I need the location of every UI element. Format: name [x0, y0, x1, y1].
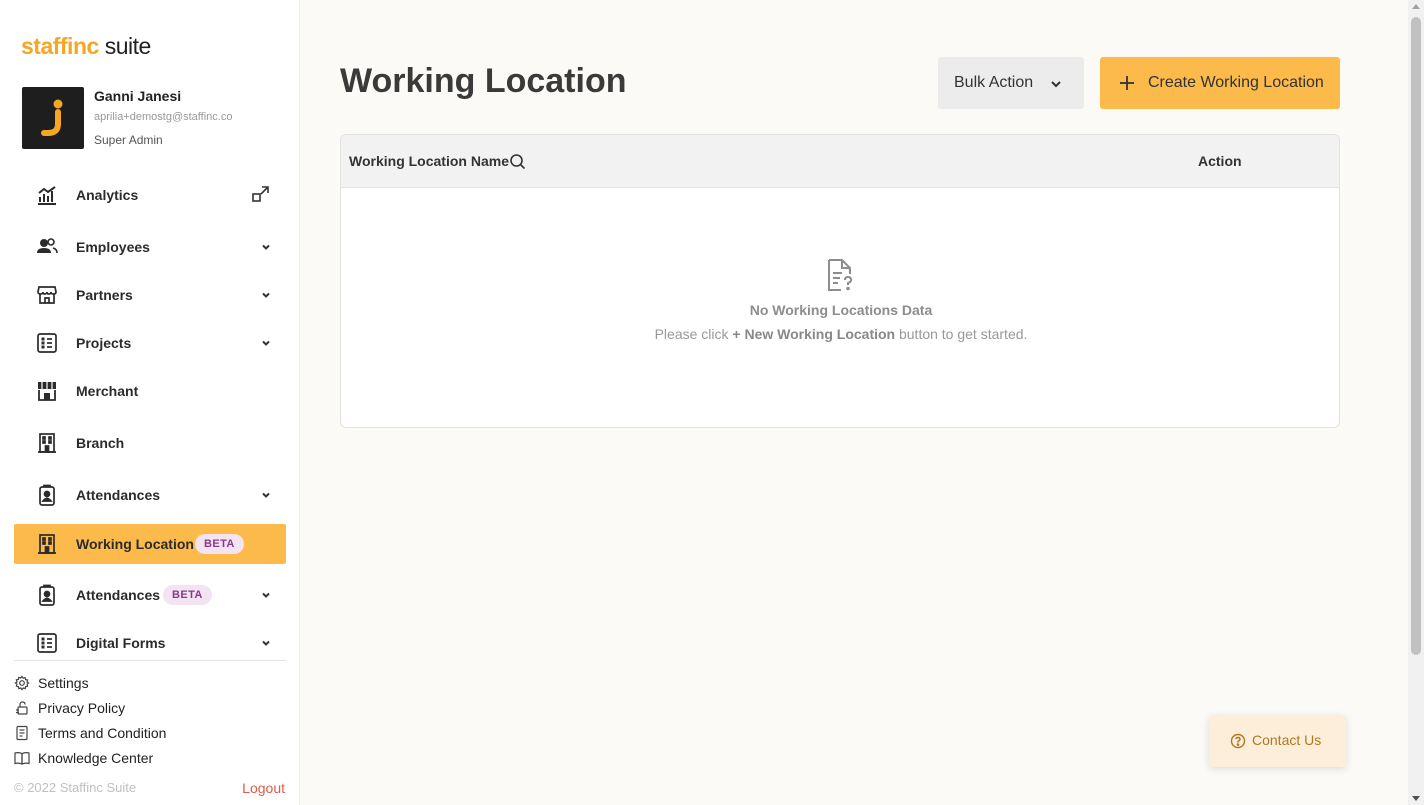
sidebar-item-label: Attendances — [76, 587, 161, 603]
footer-link-label: Terms and Condition — [38, 725, 167, 741]
help-icon — [1230, 733, 1246, 749]
document-icon — [16, 725, 28, 741]
users-icon — [37, 238, 58, 254]
sidebar-item-label: Digital Forms — [76, 635, 166, 651]
sidebar-item-label: Merchant — [76, 383, 139, 399]
chevron-down-icon — [262, 592, 270, 598]
chevron-down-icon — [262, 244, 270, 250]
book-icon — [14, 752, 30, 765]
avatar — [22, 87, 84, 149]
empty-state-title: No Working Locations Data — [749, 302, 933, 318]
sidebar-item-digital-forms[interactable]: Digital Forms — [14, 623, 286, 663]
page-scrollbar[interactable] — [1408, 0, 1424, 805]
column-header-name: Working Location Name — [349, 153, 509, 169]
list-icon — [37, 633, 57, 653]
working-location-table: Working Location Name Action No Working … — [340, 134, 1340, 428]
settings-link[interactable]: Settings — [14, 673, 214, 693]
building-icon — [38, 433, 56, 453]
building-icon — [38, 534, 56, 554]
sidebar-item-label: Attendances — [76, 487, 161, 503]
avatar-logo-icon — [41, 99, 63, 136]
table-header: Working Location Name Action — [341, 135, 1339, 188]
sidebar-item-label: Employees — [76, 239, 150, 255]
sidebar-item-merchant[interactable]: Merchant — [14, 371, 286, 411]
footer-link-label: Privacy Policy — [38, 700, 126, 716]
logo-suite-text: suite — [104, 33, 152, 59]
scroll-up-arrow-icon[interactable] — [1412, 4, 1420, 9]
logo-brand-text: staffinc — [21, 33, 99, 59]
user-profile[interactable]: Ganni Janesi aprilia+demostg@staffinc.co… — [22, 87, 292, 149]
document-question-icon — [828, 259, 853, 291]
merchant-icon — [38, 382, 56, 401]
plus-icon — [1120, 76, 1134, 90]
logout-link[interactable]: Logout — [242, 780, 285, 796]
user-role: Super Admin — [94, 133, 163, 147]
contact-us-label: Contact Us — [1252, 732, 1322, 748]
badge-icon — [39, 584, 55, 606]
beta-badge: BETA — [163, 585, 212, 605]
sidebar-item-label: Partners — [76, 287, 133, 303]
gear-icon — [14, 675, 30, 691]
search-icon[interactable] — [509, 153, 526, 170]
create-working-location-label: Create Working Location — [1148, 74, 1324, 91]
empty-state-message: Please click + New Working Location butt… — [341, 326, 1339, 342]
page-title: Working Location — [340, 62, 627, 100]
sidebar-item-employees[interactable]: Employees — [14, 227, 286, 267]
user-email: aprilia+demostg@staffinc.co — [94, 111, 233, 123]
user-name: Ganni Janesi — [94, 88, 182, 104]
sidebar-item-partners[interactable]: Partners — [14, 275, 286, 315]
sidebar-item-label: Branch — [76, 435, 125, 451]
chevron-down-icon — [262, 292, 270, 298]
sidebar-item-working-location[interactable]: Working Location BETA — [14, 524, 286, 564]
create-working-location-button[interactable]: Create Working Location — [1100, 57, 1340, 109]
knowledge-center-link[interactable]: Knowledge Center — [14, 748, 214, 768]
empty-message-emphasis: + New Working Location — [732, 326, 896, 342]
store-icon — [37, 286, 57, 304]
chevron-down-icon — [262, 340, 270, 346]
sidebar-item-label: Analytics — [76, 187, 139, 203]
sidebar-item-label: Projects — [76, 335, 132, 351]
badge-icon — [39, 484, 55, 506]
copyright-text: © 2022 Staffinc Suite — [14, 780, 137, 795]
sidebar-item-attendances[interactable]: Attendances — [14, 475, 286, 515]
column-header-action: Action — [1198, 153, 1242, 169]
bulk-action-button[interactable]: Bulk Action — [938, 57, 1084, 109]
contact-us-button[interactable]: Contact Us — [1209, 715, 1346, 767]
bulk-action-label: Bulk Action — [954, 74, 1034, 91]
terms-link[interactable]: Terms and Condition — [14, 723, 214, 743]
empty-message-text: button to get started. — [895, 326, 1028, 342]
sidebar-item-projects[interactable]: Projects — [14, 323, 286, 363]
chevron-down-icon — [262, 492, 270, 498]
sidebar: staffinc suite Ganni Janesi aprilia+demo… — [0, 0, 300, 805]
beta-badge: BETA — [195, 534, 244, 554]
app-logo[interactable]: staffinc suite — [21, 33, 151, 60]
scroll-down-arrow-icon[interactable] — [1412, 796, 1420, 801]
chevron-down-icon — [1051, 81, 1061, 88]
scrollbar-thumb[interactable] — [1411, 17, 1421, 655]
sidebar-item-label: Working Location — [76, 536, 194, 552]
footer-link-label: Knowledge Center — [38, 750, 154, 766]
sidebar-item-branch[interactable]: Branch — [14, 423, 286, 463]
privacy-icon — [16, 701, 28, 715]
chevron-down-icon — [262, 640, 270, 646]
list-icon — [37, 333, 57, 353]
analytics-icon — [38, 186, 56, 205]
sidebar-item-analytics[interactable]: Analytics — [14, 175, 286, 215]
privacy-policy-link[interactable]: Privacy Policy — [14, 698, 214, 718]
sidebar-item-attendances-beta[interactable]: Attendances BETA — [14, 575, 286, 615]
sidebar-divider — [14, 660, 286, 661]
external-link-icon — [252, 186, 269, 202]
footer-link-label: Settings — [38, 675, 89, 691]
empty-message-text: Please click — [654, 326, 733, 342]
